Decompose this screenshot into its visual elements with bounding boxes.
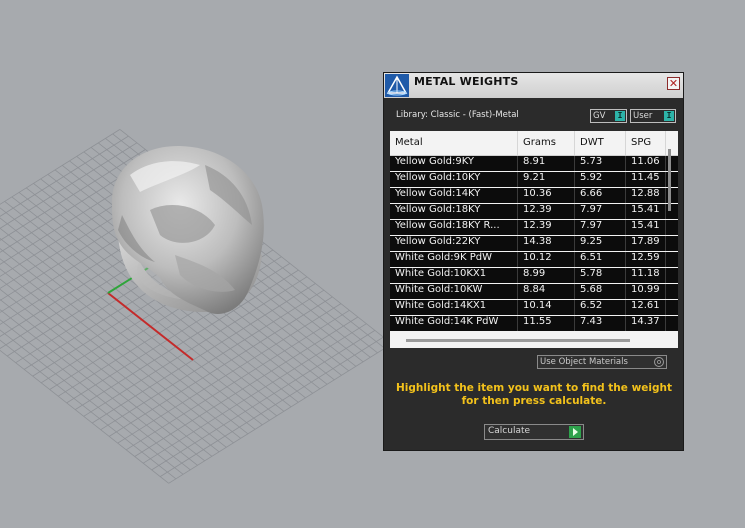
toggle-indicator-icon: I: [615, 111, 625, 121]
spg-cell: 15.41: [626, 204, 666, 219]
calculate-label: Calculate: [488, 426, 531, 436]
table-row[interactable]: Yellow Gold:18KY R... 12.39 7.97 15.41: [390, 220, 678, 235]
dwt-cell: 6.51: [575, 252, 626, 267]
table-header-row: Metal Grams DWT SPG: [390, 131, 678, 156]
metal-cell: White Gold:14KX1: [390, 300, 518, 315]
pyramid-logo-icon: [385, 74, 409, 97]
toggle-indicator-icon: I: [664, 111, 674, 121]
metal-cell: White Gold:10KW: [390, 284, 518, 299]
library-label: Library: Classic - (Fast)-Metal: [396, 110, 519, 120]
use-object-materials-label: Use Object Materials: [540, 357, 628, 367]
grams-cell: 11.55: [518, 316, 575, 331]
gv-toggle-label: GV: [593, 111, 606, 121]
table-row[interactable]: White Gold:14KX1 10.14 6.52 12.61: [390, 300, 678, 315]
spg-cell: 11.45: [626, 172, 666, 187]
radio-circle-icon: o: [654, 357, 664, 367]
dwt-cell: 7.97: [575, 220, 626, 235]
spg-cell: 14.37: [626, 316, 666, 331]
instructions-text: Highlight the item you want to find the …: [396, 382, 672, 407]
grams-cell: 8.84: [518, 284, 575, 299]
grams-cell: 12.39: [518, 220, 575, 235]
panel-title: METAL WEIGHTS: [414, 75, 519, 88]
horizontal-scrollbar[interactable]: [406, 339, 630, 342]
dwt-cell: 5.68: [575, 284, 626, 299]
metal-cell: Yellow Gold:18KY: [390, 204, 518, 219]
play-arrow-icon: [569, 426, 581, 438]
spg-cell: 11.06: [626, 156, 666, 171]
metal-weights-table[interactable]: Metal Grams DWT SPG Yellow Gold:9KY 8.91 5…: [390, 131, 678, 348]
gv-toggle[interactable]: GV I: [590, 109, 627, 123]
vertical-scrollbar[interactable]: [668, 149, 671, 211]
user-toggle-label: User: [633, 111, 653, 121]
table-row[interactable]: White Gold:9K PdW 10.12 6.51 12.59: [390, 252, 678, 267]
metal-cell: White Gold:10KX1: [390, 268, 518, 283]
table-row[interactable]: Yellow Gold:22KY 14.38 9.25 17.89: [390, 236, 678, 251]
metal-cell: Yellow Gold:22KY: [390, 236, 518, 251]
metal-cell: White Gold:9K PdW: [390, 252, 518, 267]
dwt-cell: 5.73: [575, 156, 626, 171]
dwt-cell: 9.25: [575, 236, 626, 251]
spg-cell: 12.59: [626, 252, 666, 267]
table-row[interactable]: Yellow Gold:14KY 10.36 6.66 12.88: [390, 188, 678, 203]
dwt-cell: 7.97: [575, 204, 626, 219]
column-header-grams[interactable]: Grams: [518, 131, 575, 155]
ring-head: [111, 145, 264, 314]
dwt-cell: 5.92: [575, 172, 626, 187]
metal-cell: Yellow Gold:14KY: [390, 188, 518, 203]
grams-cell: 12.39: [518, 204, 575, 219]
grams-cell: 8.99: [518, 268, 575, 283]
grams-cell: 8.91: [518, 156, 575, 171]
grams-cell: 10.36: [518, 188, 575, 203]
spg-cell: 12.88: [626, 188, 666, 203]
horizontal-scroll-track: [390, 331, 678, 348]
spg-cell: 12.61: [626, 300, 666, 315]
table-row[interactable]: White Gold:10KW 8.84 5.68 10.99: [390, 284, 678, 299]
metal-cell: Yellow Gold:18KY R...: [390, 220, 518, 235]
metal-cell: Yellow Gold:9KY: [390, 156, 518, 171]
dwt-cell: 5.78: [575, 268, 626, 283]
close-button[interactable]: ✕: [667, 77, 680, 90]
column-header-spg[interactable]: SPG: [626, 131, 666, 155]
grams-cell: 10.12: [518, 252, 575, 267]
metal-cell: Yellow Gold:10KY: [390, 172, 518, 187]
table-row[interactable]: White Gold:10KX1 8.99 5.78 11.18: [390, 268, 678, 283]
calculate-button[interactable]: Calculate: [484, 424, 584, 440]
grams-cell: 10.14: [518, 300, 575, 315]
table-row[interactable]: Yellow Gold:9KY 8.91 5.73 11.06: [390, 156, 678, 171]
grams-cell: 14.38: [518, 236, 575, 251]
spg-cell: 15.41: [626, 220, 666, 235]
spg-cell: 11.18: [626, 268, 666, 283]
panel-titlebar[interactable]: METAL WEIGHTS ✕: [384, 73, 683, 98]
table-row[interactable]: Yellow Gold:10KY 9.21 5.92 11.45: [390, 172, 678, 187]
dwt-cell: 6.52: [575, 300, 626, 315]
use-object-materials-toggle[interactable]: Use Object Materials o: [537, 355, 667, 369]
column-header-dwt[interactable]: DWT: [575, 131, 626, 155]
grams-cell: 9.21: [518, 172, 575, 187]
dwt-cell: 6.66: [575, 188, 626, 203]
spg-cell: 10.99: [626, 284, 666, 299]
table-row[interactable]: Yellow Gold:18KY 12.39 7.97 15.41: [390, 204, 678, 219]
metal-cell: White Gold:14K PdW: [390, 316, 518, 331]
dwt-cell: 7.43: [575, 316, 626, 331]
metal-weights-panel: METAL WEIGHTS ✕ Library: Classic - (Fast…: [383, 72, 684, 451]
table-row[interactable]: White Gold:14K PdW 11.55 7.43 14.37: [390, 316, 678, 331]
spg-cell: 17.89: [626, 236, 666, 251]
column-header-metal[interactable]: Metal: [390, 131, 518, 155]
close-icon: ✕: [668, 77, 679, 90]
user-toggle[interactable]: User I: [630, 109, 676, 123]
